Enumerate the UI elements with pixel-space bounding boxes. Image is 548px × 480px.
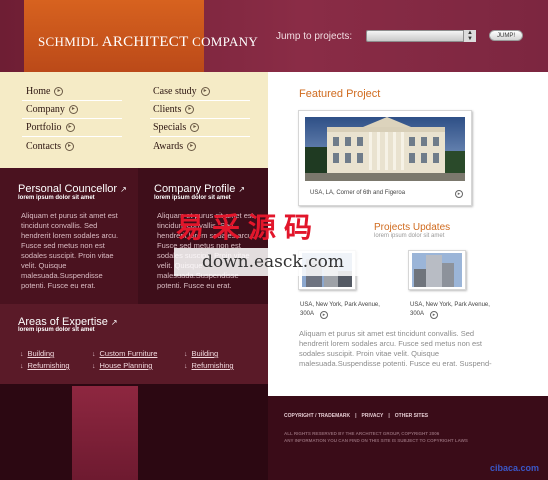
jump-button[interactable]: JUMP! bbox=[489, 30, 523, 41]
nav-divider bbox=[22, 100, 122, 101]
chevron-right-icon: ↓ bbox=[184, 351, 188, 358]
update-caption: USA, New York, Park Avenue, 300A bbox=[410, 302, 490, 317]
footer-copyright: ALL RIGHTS RESERVED BY THE ARCHITECT GRO… bbox=[284, 430, 468, 444]
area-link-custom-furniture[interactable]: ↓ Custom Furniture bbox=[92, 349, 157, 358]
personal-body: Aliquam et purus sit amet est tincidunt … bbox=[21, 211, 119, 290]
footer-copy-line: ALL RIGHTS RESERVED BY THE ARCHITECT GRO… bbox=[284, 431, 440, 436]
logo-text-main: ARCHITECT bbox=[101, 34, 189, 50]
nav-divider bbox=[22, 136, 122, 137]
nav-divider bbox=[150, 118, 250, 119]
footer-links: COPYRIGHT / TRADEMARK | PRIVACY | OTHER SITE… bbox=[284, 413, 428, 419]
select-arrow-icon[interactable]: ▲ ▼ bbox=[463, 30, 476, 42]
nav-item-contacts[interactable]: Contacts ▸ bbox=[26, 141, 74, 152]
circle-arrow-icon: ▸ bbox=[200, 87, 210, 97]
area-link-label: Custom Furniture bbox=[99, 349, 158, 358]
chevron-right-icon: ↓ bbox=[92, 363, 96, 370]
personal-title-text: Personal Councellor bbox=[18, 183, 118, 195]
nav-item-home[interactable]: Home ▸ bbox=[26, 86, 64, 97]
nav-divider bbox=[150, 136, 250, 137]
circle-arrow-icon: ▸ bbox=[68, 105, 78, 115]
featured-caption: USA, LA, Corner of 6th and Figeroa bbox=[310, 190, 406, 196]
nav-item-clients[interactable]: Clients ▸ bbox=[153, 104, 195, 115]
chevron-right-icon: ↓ bbox=[184, 363, 188, 370]
footer-link-copyright[interactable]: COPYRIGHT / TRADEMARK bbox=[284, 413, 350, 419]
logo-text-suffix: COMPANY bbox=[188, 34, 259, 49]
featured-title: Featured Project bbox=[299, 88, 381, 100]
chevron-right-icon: ↓ bbox=[92, 351, 96, 358]
circle-arrow-icon: ▸ bbox=[54, 87, 64, 97]
personal-title[interactable]: Personal Councellor ↗ bbox=[18, 183, 127, 195]
external-link-icon: ↗ bbox=[110, 318, 118, 327]
area-link-label: Refurnishing bbox=[27, 361, 70, 370]
footer-copy-line: ANY INFORMATION YOU CAN FIND ON THIS SIT… bbox=[284, 438, 468, 443]
areas-subtitle: lorem ipsum dolor sit amet bbox=[18, 327, 95, 333]
circle-arrow-icon: ▸ bbox=[187, 142, 197, 152]
nav-item-company[interactable]: Company ▸ bbox=[26, 104, 78, 115]
updates-title: Projects Updates bbox=[374, 222, 451, 233]
nav-divider bbox=[150, 100, 250, 101]
circle-arrow-icon[interactable]: ▸ bbox=[430, 311, 438, 319]
jump-select[interactable] bbox=[366, 30, 476, 42]
watermark-chinese: 易采源码 bbox=[176, 211, 321, 244]
circle-arrow-icon: ▸ bbox=[190, 123, 200, 133]
updates-subtitle: lorem ipsum dolor sit amet bbox=[374, 233, 445, 239]
footer-link-other-sites[interactable]: OTHER SITES bbox=[395, 413, 428, 419]
nav-item-awards[interactable]: Awards ▸ bbox=[153, 141, 197, 152]
nav-item-portfolio[interactable]: Portfolio ▸ bbox=[26, 122, 75, 133]
footer-separator: | bbox=[355, 413, 357, 419]
logo-text-prefix: SCHMIDL bbox=[38, 34, 102, 49]
chevron-right-icon: ↓ bbox=[20, 363, 24, 370]
circle-arrow-icon: ▸ bbox=[65, 142, 74, 152]
personal-subtitle: lorem ipsum dolor sit amet bbox=[18, 195, 95, 201]
watermark-url: down.easck.com bbox=[174, 248, 372, 276]
area-link-house-planning[interactable]: ↓ House Planning bbox=[92, 361, 152, 370]
area-link-label: Refurnishing bbox=[191, 361, 234, 370]
update-building-image[interactable] bbox=[412, 253, 462, 287]
watermark-corner: cibaca.com bbox=[490, 463, 540, 473]
area-link-label: House Planning bbox=[99, 361, 153, 370]
circle-arrow-icon[interactable]: ▸ bbox=[455, 190, 463, 198]
featured-building-image[interactable] bbox=[305, 117, 465, 181]
nav-item-label: Portfolio bbox=[26, 122, 62, 133]
nav-item-label: Awards bbox=[153, 141, 184, 152]
company-title[interactable]: Company Profile ↗ bbox=[154, 183, 245, 195]
area-link-label: Building bbox=[191, 349, 219, 358]
area-link-refurnishing[interactable]: ↓ Refurnishing bbox=[20, 361, 70, 370]
nav-item-label: Specials bbox=[153, 122, 187, 133]
nav-item-label: Clients bbox=[153, 104, 182, 115]
circle-arrow-icon[interactable]: ▸ bbox=[320, 311, 328, 319]
circle-arrow-icon: ▸ bbox=[65, 123, 75, 133]
nav-item-label: Case study bbox=[153, 86, 197, 97]
logo-text: SCHMIDL ARCHITECT COMPANY bbox=[38, 34, 258, 51]
decorative-bar bbox=[72, 386, 138, 480]
nav-item-label: Home bbox=[26, 86, 51, 97]
area-link-building-2[interactable]: ↓ Building bbox=[184, 349, 218, 358]
nav-item-case-study[interactable]: Case study ▸ bbox=[153, 86, 210, 97]
circle-arrow-icon: ▸ bbox=[185, 105, 195, 115]
nav-item-specials[interactable]: Specials ▸ bbox=[153, 122, 200, 133]
area-link-label: Building bbox=[27, 349, 55, 358]
nav-item-label: Contacts bbox=[26, 141, 61, 152]
area-link-building[interactable]: ↓ Building bbox=[20, 349, 54, 358]
nav-item-label: Company bbox=[26, 104, 65, 115]
footer-separator: | bbox=[388, 413, 390, 419]
chevron-right-icon: ↓ bbox=[20, 351, 24, 358]
jump-label: Jump to projects: bbox=[276, 31, 353, 42]
external-link-icon: ↗ bbox=[120, 185, 127, 194]
company-title-text: Company Profile bbox=[154, 183, 236, 195]
right-body-text: Aliquam et purus sit amet est tincidunt … bbox=[299, 329, 492, 368]
external-link-icon: ↗ bbox=[238, 185, 246, 194]
area-link-refurnishing-2[interactable]: ↓ Refurnishing bbox=[184, 361, 234, 370]
footer-link-privacy[interactable]: PRIVACY bbox=[362, 413, 384, 419]
nav-divider bbox=[22, 118, 122, 119]
company-subtitle: lorem ipsum dolor sit amet bbox=[154, 195, 231, 201]
update-caption: USA, New York, Park Avenue, 300A bbox=[300, 302, 380, 317]
main-nav: Home ▸ Company ▸ Portfolio ▸ Contacts ▸ Case… bbox=[0, 72, 268, 168]
